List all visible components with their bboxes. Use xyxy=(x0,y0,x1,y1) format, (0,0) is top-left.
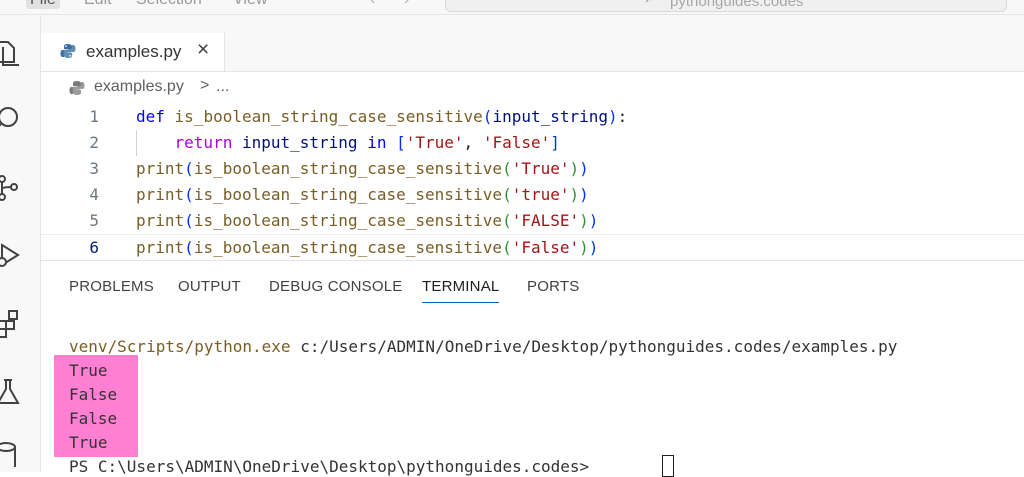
code-text: print(is_boolean_string_case_sensitive('… xyxy=(136,211,599,230)
terminal-output-line: False xyxy=(69,385,118,404)
command-center-text: pythonguides.codes xyxy=(670,0,804,10)
terminal-command-line: venv/Scripts/python.exe c:/Users/ADMIN/O… xyxy=(69,337,897,356)
code-text: def is_boolean_string_case_sensitive(inp… xyxy=(136,107,628,126)
tab-examples-py[interactable]: examples.py × xyxy=(41,33,225,71)
database-icon[interactable] xyxy=(0,440,24,470)
line-number: 4 xyxy=(89,185,99,204)
breadcrumb-file[interactable]: examples.py xyxy=(94,78,184,96)
code-line: 4 print(is_boolean_string_case_sensitive… xyxy=(41,182,1024,208)
terminal-output-line: True xyxy=(69,433,108,452)
testing-flask-icon[interactable] xyxy=(0,377,24,407)
editor-tab-strip: examples.py × xyxy=(41,15,1024,72)
tab-label: examples.py xyxy=(86,42,182,61)
line-number: 6 xyxy=(89,238,99,257)
bottom-panel: PROBLEMS OUTPUT DEBUG CONSOLE TERMINAL P… xyxy=(41,260,1024,477)
search-icon xyxy=(645,0,654,3)
extensions-icon[interactable] xyxy=(0,308,24,338)
tab-output[interactable]: OUTPUT xyxy=(178,278,241,295)
python-file-icon xyxy=(60,44,76,58)
terminal-command-arg: c:/Users/ADMIN/OneDrive/Desktop/pythongu… xyxy=(300,337,898,356)
back-arrow-icon[interactable]: ‹ xyxy=(370,0,375,9)
terminal-prompt: PS C:\Users\ADMIN\OneDrive\Desktop\pytho… xyxy=(69,457,590,476)
terminal-output-line: False xyxy=(69,409,118,428)
line-number: 1 xyxy=(89,107,99,126)
forward-arrow-icon[interactable]: › xyxy=(404,0,409,9)
code-line: 2 return input_string in ['True', 'False… xyxy=(41,130,1024,156)
menu-selection[interactable]: Selection xyxy=(132,0,206,9)
tab-ports[interactable]: PORTS xyxy=(527,278,579,295)
line-number: 2 xyxy=(89,133,99,152)
terminal-cursor[interactable] xyxy=(662,455,674,477)
run-debug-icon[interactable] xyxy=(0,240,24,270)
code-line: 1 def is_boolean_string_case_sensitive(i… xyxy=(41,104,1024,130)
code-line-current: 6 print(is_boolean_string_case_sensitive… xyxy=(41,234,1024,262)
close-icon[interactable]: × xyxy=(197,38,209,62)
code-text: print(is_boolean_string_case_sensitive('… xyxy=(136,238,599,257)
menu-edit[interactable]: Edit xyxy=(80,0,116,9)
search-icon[interactable] xyxy=(0,105,24,135)
line-number: 3 xyxy=(89,159,99,178)
title-bar: File Edit Selection View ‹ › pythonguide… xyxy=(0,0,1024,15)
terminal-command: venv/Scripts/python.exe xyxy=(69,337,291,356)
activity-bar xyxy=(0,15,41,472)
chevron-right-icon: > xyxy=(200,77,210,94)
command-center-search[interactable]: pythonguides.codes xyxy=(445,0,1007,12)
breadcrumb: examples.py > ... xyxy=(41,72,1024,104)
code-text: print(is_boolean_string_case_sensitive('… xyxy=(136,185,589,204)
source-control-icon[interactable] xyxy=(0,173,24,203)
tab-terminal[interactable]: TERMINAL xyxy=(422,278,500,303)
menu-file[interactable]: File xyxy=(26,0,60,9)
code-line: 3 print(is_boolean_string_case_sensitive… xyxy=(41,156,1024,182)
code-text: return input_string in ['True', 'False'] xyxy=(174,133,560,152)
line-number: 5 xyxy=(89,211,99,230)
terminal-output-line: True xyxy=(69,361,108,380)
code-editor[interactable]: 1 def is_boolean_string_case_sensitive(i… xyxy=(41,104,1024,262)
tab-problems[interactable]: PROBLEMS xyxy=(69,278,154,295)
code-text: print(is_boolean_string_case_sensitive('… xyxy=(136,159,589,178)
explorer-files-icon[interactable] xyxy=(0,39,24,69)
python-file-icon xyxy=(69,81,85,95)
breadcrumb-more[interactable]: ... xyxy=(216,78,229,96)
menu-view[interactable]: View xyxy=(229,0,271,9)
code-line: 5 print(is_boolean_string_case_sensitive… xyxy=(41,208,1024,234)
tab-debug-console[interactable]: DEBUG CONSOLE xyxy=(269,278,402,295)
